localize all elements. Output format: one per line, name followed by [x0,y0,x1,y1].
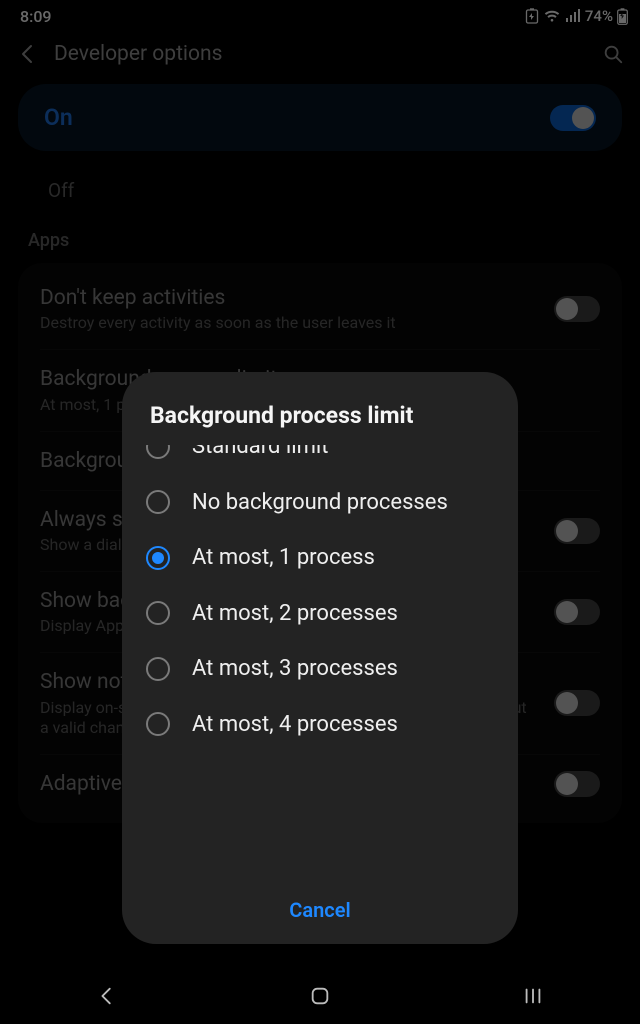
option-at-most-4[interactable]: At most, 4 processes [138,697,502,753]
nav-recents-icon[interactable] [522,986,544,1010]
dialog-footer: Cancel [122,882,518,944]
option-at-most-3[interactable]: At most, 3 processes [138,641,502,697]
screen: 8:09 74% Developer options On Off Apps D… [0,0,640,1024]
option-standard-limit[interactable]: Standard limit [138,445,502,475]
option-label: At most, 3 processes [192,655,398,683]
system-nav-bar [0,972,640,1024]
bg-process-dialog: Background process limit Standard limit … [122,372,518,944]
dialog-options-list[interactable]: Standard limit No background processes A… [122,445,518,882]
option-label: At most, 1 process [192,544,375,572]
option-at-most-1[interactable]: At most, 1 process [138,530,502,586]
cancel-button[interactable]: Cancel [289,898,350,922]
option-label: At most, 4 processes [192,711,398,739]
radio-icon [146,445,170,459]
radio-icon [146,490,170,514]
option-label: Standard limit [192,445,328,461]
option-at-most-2[interactable]: At most, 2 processes [138,586,502,642]
dialog-title: Background process limit [122,372,518,445]
option-label: No background processes [192,489,448,517]
option-label: At most, 2 processes [192,600,398,628]
radio-icon [146,712,170,736]
radio-icon [146,657,170,681]
nav-home-icon[interactable] [309,985,331,1011]
radio-icon [146,601,170,625]
radio-icon [146,546,170,570]
option-no-bg[interactable]: No background processes [138,475,502,531]
nav-back-icon[interactable] [96,985,118,1011]
